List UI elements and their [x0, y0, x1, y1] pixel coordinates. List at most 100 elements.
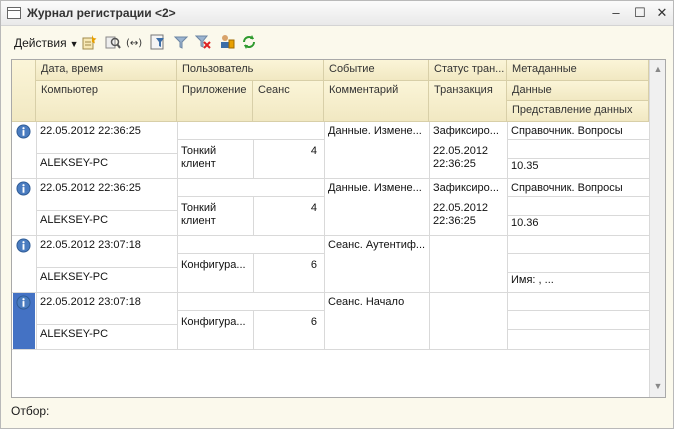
header-event[interactable]: Событие [324, 60, 429, 81]
grid-line [507, 215, 649, 216]
metadata-cell [508, 237, 648, 253]
event-log-table[interactable]: Дата, время Пользователь Событие Статус … [11, 59, 666, 398]
application-cell: Конфигура... [181, 316, 246, 328]
header-session[interactable]: Сеанс [253, 81, 324, 122]
grid-line [36, 267, 177, 268]
grid-line [36, 153, 177, 154]
find-icon[interactable] [105, 34, 121, 50]
header-computer[interactable]: Компьютер [36, 81, 177, 122]
grid-line [507, 158, 649, 159]
transaction-cell-line2: 22:36:25 [433, 215, 476, 227]
filter-label: Отбор: [11, 404, 50, 418]
info-icon [16, 181, 31, 196]
header-comment[interactable]: Комментарий [324, 81, 429, 122]
application-cell: Тонкий [181, 145, 217, 157]
filter-clear-icon[interactable] [173, 34, 189, 50]
grid-line [177, 139, 324, 140]
application-cell-line2 [178, 327, 252, 341]
computer-cell: ALEKSEY-PC [40, 157, 109, 169]
refresh-icon[interactable] [241, 34, 257, 50]
table-row[interactable]: 22.05.2012 22:36:25 ALEKSEY-PC Тонкий клиен… [12, 122, 649, 179]
status-cell [430, 237, 506, 253]
users-icon[interactable] [219, 34, 235, 50]
transaction-cell: 22.05.2012 [433, 145, 489, 157]
session-cell: 6 [310, 259, 317, 271]
session-cell: 4 [310, 202, 317, 214]
info-icon [16, 295, 31, 310]
grid-line [507, 196, 649, 197]
grid-line [177, 196, 324, 197]
filter-icon[interactable] [150, 34, 166, 50]
grid-line [507, 179, 508, 236]
grid-line [324, 236, 325, 293]
transaction-cell-line2: 22:36:25 [433, 158, 476, 170]
grid-line [36, 122, 37, 179]
status-cell [430, 294, 506, 310]
actions-label: Действия [14, 36, 67, 50]
close-button[interactable]: ✕ [653, 4, 671, 22]
header-data-presentation[interactable]: Представление данных [507, 101, 649, 122]
grid-line [324, 179, 325, 236]
new-icon[interactable] [81, 34, 97, 50]
data-presentation-cell: 10.35 [511, 160, 539, 172]
grid-line [507, 253, 649, 254]
grid-line [177, 293, 178, 350]
table-row[interactable]: 22.05.2012 23:07:18 ALEKSEY-PC Конфигура..… [12, 293, 649, 350]
grid-line [36, 293, 37, 350]
grid-line [507, 139, 649, 140]
goto-icon[interactable]: (↔) [126, 34, 142, 50]
transaction-cell-line2 [430, 270, 506, 284]
session-cell: 4 [310, 145, 317, 157]
grid-line [177, 310, 324, 311]
table-row[interactable]: 22.05.2012 23:07:18 ALEKSEY-PC Конфигура..… [12, 236, 649, 293]
minimize-button[interactable]: – [607, 4, 625, 22]
grid-line [507, 329, 649, 330]
header-metadata[interactable]: Метаданные [507, 60, 649, 81]
application-cell-line2: клиент [181, 158, 216, 170]
grid-line [12, 349, 649, 350]
grid-line [177, 179, 178, 236]
header-datetime[interactable]: Дата, время [36, 60, 177, 81]
grid-line [429, 122, 430, 179]
status-cell: Зафиксиро... [433, 182, 499, 194]
header-icon-column [12, 60, 36, 122]
transaction-cell: 22.05.2012 [433, 202, 489, 214]
table-row[interactable]: 22.05.2012 22:36:25 ALEKSEY-PC Тонкий клиен… [12, 179, 649, 236]
grid-line [429, 179, 430, 236]
grid-line [324, 122, 325, 179]
toolbar: Действия ▼ (↔) [1, 26, 673, 58]
event-cell: Данные. Измене... [328, 182, 422, 194]
vertical-scrollbar[interactable]: ▲ ▼ [649, 60, 665, 397]
scroll-down-icon[interactable]: ▼ [650, 378, 665, 394]
header-transaction-status[interactable]: Статус тран... [429, 60, 507, 81]
metadata-cell: Справочник. Вопросы [511, 125, 623, 137]
actions-menu-button[interactable]: Действия ▼ [14, 36, 79, 50]
event-cell: Данные. Измене... [328, 125, 422, 137]
computer-cell: ALEKSEY-PC [40, 328, 109, 340]
grid-line [507, 272, 649, 273]
grid-line [324, 293, 325, 350]
grid-line [429, 293, 430, 350]
session-cell: 6 [310, 316, 317, 328]
header-application[interactable]: Приложение [177, 81, 253, 122]
grid-line [177, 253, 324, 254]
grid-line [507, 122, 508, 179]
grid-line [36, 236, 37, 293]
datetime-cell: 22.05.2012 22:36:25 [40, 182, 141, 194]
scroll-up-icon[interactable]: ▲ [650, 61, 665, 77]
header-user[interactable]: Пользователь [177, 60, 324, 81]
grid-line [507, 293, 508, 350]
maximize-button[interactable]: ☐ [631, 4, 649, 22]
computer-cell: ALEKSEY-PC [40, 214, 109, 226]
window-title: Журнал регистрации <2> [27, 6, 176, 20]
grid-line [36, 210, 177, 211]
header-transaction[interactable]: Транзакция [429, 81, 507, 122]
grid-line [429, 236, 430, 293]
header-data[interactable]: Данные [507, 81, 649, 101]
delete-filter-icon[interactable] [195, 34, 211, 50]
data-presentation-cell [508, 329, 648, 345]
event-cell: Сеанс. Начало [328, 296, 405, 308]
data-presentation-cell: 10.36 [511, 217, 539, 229]
grid-line [507, 236, 508, 293]
datetime-cell: 22.05.2012 23:07:18 [40, 239, 141, 251]
